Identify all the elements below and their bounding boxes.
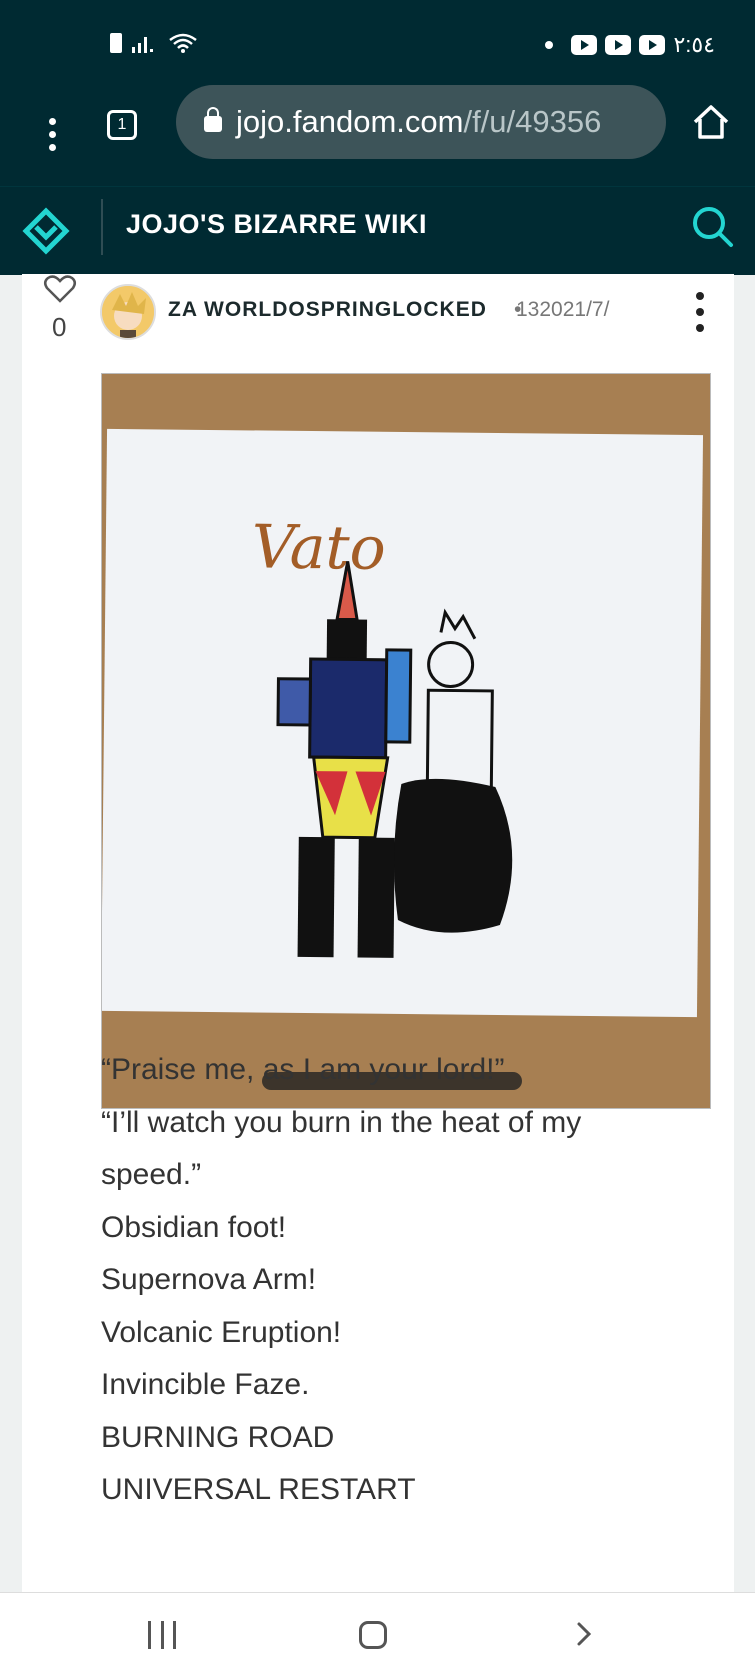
signal-icon — [132, 37, 153, 53]
post-line: Invincible Faze. — [101, 1368, 310, 1401]
browser-toolbar: 1 jojo.fandom.com/f/u/49356 — [0, 85, 755, 186]
youtube-icon — [571, 35, 598, 55]
like-count: 0 — [52, 312, 67, 342]
recents-button[interactable] — [148, 1621, 176, 1649]
post-line: BURNING ROAD — [101, 1420, 335, 1454]
url-domain: jojo.fandom.com — [236, 104, 464, 139]
search-icon[interactable] — [689, 203, 737, 251]
post-line: “Praise me, as I am your lord!” — [101, 1053, 505, 1086]
post-more-options-button[interactable] — [690, 292, 710, 332]
post-image[interactable]: Vato — [101, 373, 711, 1109]
url-path: /f/u/49356 — [463, 104, 602, 139]
browser-menu-button[interactable] — [40, 104, 64, 164]
post-line: speed.” — [101, 1158, 202, 1191]
post-body: “Praise me, as I am your lord!” “I’ll wa… — [101, 1044, 711, 1517]
wiki-title[interactable]: JOJO'S BIZARRE WIKI — [126, 209, 427, 240]
clock: ٢:٥٤ — [673, 32, 715, 57]
post-line: Obsidian foot! — [101, 1210, 287, 1244]
post-card: 0 ZA WORLDOSPRINGLOCKED • 132021/7/ Vato — [22, 274, 734, 1592]
address-bar[interactable]: jojo.fandom.com/f/u/49356 — [176, 85, 666, 159]
youtube-icon — [605, 35, 632, 55]
fandom-logo-icon[interactable] — [20, 205, 72, 257]
lock-icon — [204, 107, 222, 132]
post-line: UNIVERSAL RESTART — [101, 1473, 416, 1506]
post-date: 132021/7/ — [516, 298, 610, 321]
status-left — [110, 32, 198, 54]
post-line: Supernova Arm! — [101, 1263, 317, 1296]
paper-drawing: Vato — [102, 428, 704, 1018]
heart-icon[interactable] — [43, 274, 77, 304]
avatar[interactable] — [100, 284, 156, 340]
tab-switcher-button[interactable]: 1 — [107, 110, 137, 140]
status-bar: ٢:٥٤ — [0, 0, 755, 86]
system-nav-bar — [0, 1592, 755, 1679]
header-divider — [101, 199, 103, 255]
drawing-figures — [276, 561, 513, 958]
status-right: ٢:٥٤ — [545, 32, 715, 58]
post-line: Volcanic Eruption! — [101, 1315, 342, 1349]
battery-icon — [110, 33, 122, 53]
wifi-icon — [169, 33, 197, 53]
back-chevron-icon[interactable] — [570, 1620, 598, 1648]
notification-dot-icon — [545, 41, 554, 49]
author-name[interactable]: ZA WORLDOSPRINGLOCKED — [168, 298, 487, 322]
youtube-icon — [639, 35, 666, 55]
home-icon[interactable] — [689, 100, 733, 144]
post-line: “I’ll watch you burn in the heat of my — [101, 1105, 582, 1139]
wiki-header: JOJO'S BIZARRE WIKI — [0, 186, 755, 275]
home-button[interactable] — [359, 1621, 387, 1649]
